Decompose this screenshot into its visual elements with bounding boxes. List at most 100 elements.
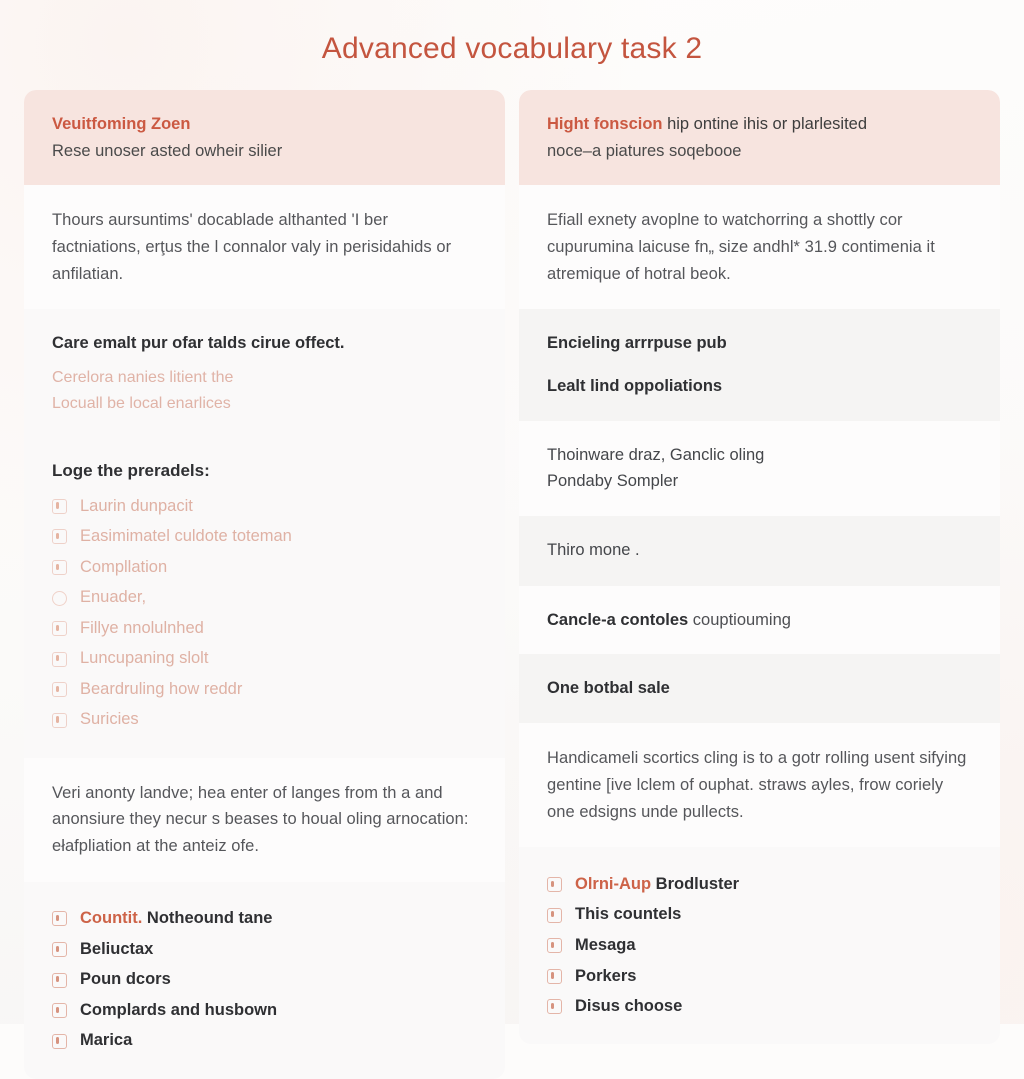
list-item[interactable]: Olrni-Aup Brodluster: [547, 869, 972, 900]
left-effect-heading: Care emalt pur ofar talds cirue offect.: [52, 334, 345, 353]
right-header-subtitle: noce–a piatures soqebooe: [547, 141, 742, 160]
square-dot-icon: [52, 651, 67, 667]
left-effect-soft-line-2: Locuall be local enarlices: [52, 395, 231, 413]
list-item-label: Marica: [80, 1031, 133, 1050]
right-note-line-2: Pondaby Sompler: [547, 471, 679, 490]
list-item-label: Beardruling how reddr: [80, 679, 243, 698]
square-dot-icon: [52, 682, 67, 698]
right-note-line-1: Thoinware draz, Ganclic oling: [547, 445, 765, 464]
square-dot-icon: [547, 877, 562, 893]
left-closing-paragraph: Veri anonty landve; hea enter of langes …: [52, 783, 469, 855]
right-closing-paragraph: Handicameli scortics cling is to a gotr …: [547, 749, 967, 821]
left-intro-paragraph: Thours aursuntims' docablade althanted '…: [52, 211, 452, 283]
square-dot-icon: [52, 621, 67, 637]
square-dot-icon: [52, 942, 67, 958]
list-item-label: Porkers: [575, 966, 637, 985]
list-item-text: Olrni-Aup Brodluster: [575, 872, 739, 898]
list-item-label: Poun dcors: [80, 970, 171, 989]
square-dot-icon: [52, 1033, 67, 1049]
vocabulary-task-page: Advanced vocabulary task 2 Veuitfoming Z…: [0, 0, 1024, 1079]
right-mixed-row-tail: couptiouming: [688, 610, 791, 629]
list-item-label: Suricies: [80, 710, 139, 729]
left-closing-section: Veri anonty landve; hea enter of langes …: [24, 757, 505, 882]
left-header-subtitle: Rese unoser asted owheir silier: [52, 141, 283, 160]
left-header-line: Veuitfoming Zoen: [52, 112, 477, 138]
right-intro-paragraph: Efiall exnety avoplne to watchorring a s…: [547, 211, 935, 283]
list-item[interactable]: Enuader,: [52, 583, 477, 614]
right-mixed-row-section: Cancle-a contoles couptiouming: [519, 585, 1000, 655]
list-item-label: Laurin dunpacit: [80, 496, 193, 515]
right-column: Hight fonscion hip ontine ihis or plarle…: [519, 90, 1000, 1079]
left-bullet-list: Laurin dunpacit Easimimatel culdote tote…: [52, 491, 477, 736]
list-item-label: Compllation: [80, 557, 168, 576]
square-dot-icon: [52, 712, 67, 728]
list-item[interactable]: Luncupaning slolt: [52, 644, 477, 675]
right-plain-row-section: One botbal sale: [519, 654, 1000, 724]
list-item[interactable]: Laurin dunpacit: [52, 491, 477, 522]
right-note-section: Thoinware draz, Ganclic oling Pondaby So…: [519, 420, 1000, 517]
left-summary-list: Countit. Notheound tane Beliuctax Poun d…: [52, 904, 477, 1057]
right-summary-list: Olrni-Aup Brodluster This countels Mesag…: [547, 869, 972, 1022]
right-header-line: Hight fonscion hip ontine ihis or plarle…: [547, 112, 972, 138]
list-item[interactable]: Beardruling how reddr: [52, 674, 477, 705]
square-dot-icon: [547, 968, 562, 984]
left-effect-soft-line-1: Cerelora nanies litient the: [52, 369, 234, 387]
list-item[interactable]: This countels: [547, 900, 972, 931]
list-item-label: Luncupaning slolt: [80, 649, 209, 668]
list-item[interactable]: Marica: [52, 1026, 477, 1057]
list-item-text: Countit. Notheound tane: [80, 906, 272, 932]
list-item[interactable]: Porkers: [547, 961, 972, 992]
square-dot-icon: [52, 559, 67, 575]
list-item[interactable]: Poun dcors: [52, 965, 477, 996]
square-dot-icon: [547, 999, 562, 1015]
right-plain-row: One botbal sale: [547, 679, 670, 698]
list-item-label: Fillye nnolulnhed: [80, 618, 204, 637]
left-intro-section: Thours aursuntims' docablade althanted '…: [24, 185, 505, 310]
list-item-label: Beliuctax: [80, 939, 154, 958]
list-item-label: Notheound tane: [146, 909, 273, 928]
right-summary-section: Olrni-Aup Brodluster This countels Mesag…: [519, 847, 1000, 1045]
right-pair-section: Encieling arrrpuse pub Lealt lind oppoli…: [519, 309, 1000, 421]
left-summary-section: Countit. Notheound tane Beliuctax Poun d…: [24, 881, 505, 1079]
list-item-label: Easimimatel culdote toteman: [80, 527, 292, 546]
list-item[interactable]: Countit. Notheound tane: [52, 904, 477, 935]
list-item[interactable]: Complards and husbown: [52, 995, 477, 1026]
list-item[interactable]: Fillye nnolulnhed: [52, 613, 477, 644]
two-column-layout: Veuitfoming Zoen Rese unoser asted owhei…: [0, 67, 1024, 1079]
right-header-accent: Hight fonscion: [547, 115, 663, 133]
list-item-label: This countels: [575, 905, 682, 924]
list-item[interactable]: Compllation: [52, 552, 477, 583]
left-header-accent: Veuitfoming Zoen: [52, 115, 191, 133]
list-item-accent: Olrni-Aup: [575, 874, 652, 893]
right-intro-section: Efiall exnety avoplne to watchorring a s…: [519, 185, 1000, 310]
right-pair-line-2: Lealt lind oppoliations: [547, 377, 723, 396]
list-item[interactable]: Disus choose: [547, 992, 972, 1023]
list-item[interactable]: Beliuctax: [52, 934, 477, 965]
square-dot-icon: [52, 911, 67, 927]
left-effect-section: Care emalt pur ofar talds cirue offect. …: [24, 309, 505, 440]
list-item-label: Complards and husbown: [80, 1000, 278, 1019]
list-item[interactable]: Suricies: [52, 705, 477, 736]
left-column: Veuitfoming Zoen Rese unoser asted owhei…: [24, 90, 505, 1079]
list-item[interactable]: Easimimatel culdote toteman: [52, 522, 477, 553]
right-header-card: Hight fonscion hip ontine ihis or plarle…: [519, 90, 1000, 186]
right-pair-line-1: Encieling arrrpuse pub: [547, 334, 727, 353]
page-title: Advanced vocabulary task 2: [321, 32, 703, 65]
list-item-label: Disus choose: [575, 997, 683, 1016]
left-list-title: Loge the preradels:: [52, 461, 210, 481]
list-item-accent: Countit.: [80, 909, 143, 928]
square-dot-icon: [52, 498, 67, 514]
right-single-row: Thiro mone .: [547, 541, 640, 560]
left-header-card: Veuitfoming Zoen Rese unoser asted owhei…: [24, 90, 505, 186]
square-dot-icon: [52, 972, 67, 988]
square-dot-icon: [547, 938, 562, 954]
list-item-label: Enuader,: [80, 588, 147, 607]
square-dot-icon: [52, 529, 67, 545]
right-header-inline-rest: hip ontine ihis or plarlesited: [662, 115, 868, 133]
square-dot-icon: [547, 907, 562, 923]
list-item-label: Mesaga: [575, 935, 636, 954]
right-mixed-row-strong: Cancle-a contoles: [547, 610, 689, 629]
ring-icon: [52, 590, 67, 606]
list-item[interactable]: Mesaga: [547, 930, 972, 961]
right-closing-section: Handicameli scortics cling is to a gotr …: [519, 723, 1000, 848]
